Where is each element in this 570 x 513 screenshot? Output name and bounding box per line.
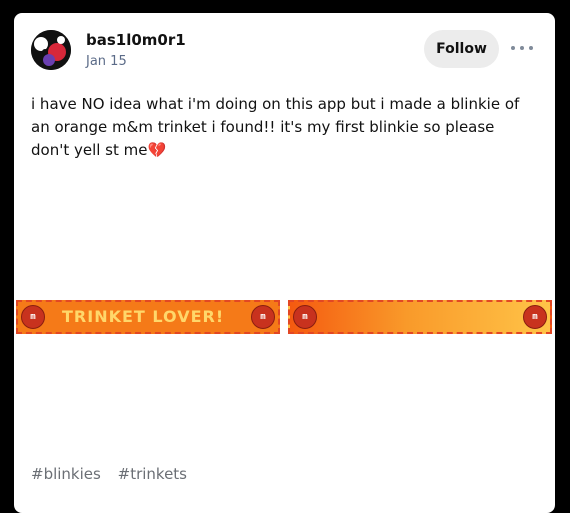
mm-badge-right-icon: m [251,305,275,329]
avatar-image [31,30,71,70]
post-card: bas1l0m0r1 Jan 15 Follow i have NO idea … [14,13,555,513]
username[interactable]: bas1l0m0r1 [86,31,186,49]
more-options-icon[interactable] [511,41,533,55]
broken-heart-emoji: 💔 [147,141,167,159]
avatar[interactable] [31,30,71,70]
dot [520,46,524,50]
follow-button[interactable]: Follow [424,30,499,68]
post-date[interactable]: Jan 15 [86,54,127,69]
tag-list: #blinkies #trinkets [31,465,199,483]
blinkie-image-1[interactable]: m TRINKET LOVER! m [16,300,280,334]
blinkie-text: TRINKET LOVER! [62,307,225,326]
tag-link[interactable]: #blinkies [31,465,101,483]
post-body: i have NO idea what i'm doing on this ap… [31,93,536,162]
blinkie-image-2[interactable]: m m [288,300,552,334]
post-text: i have NO idea what i'm doing on this ap… [31,95,520,159]
tag-link[interactable]: #trinkets [118,465,187,483]
dot [511,46,515,50]
mm-badge-left-icon: m [293,305,317,329]
mm-badge-right-icon: m [523,305,547,329]
dot [529,46,533,50]
mm-badge-left-icon: m [21,305,45,329]
